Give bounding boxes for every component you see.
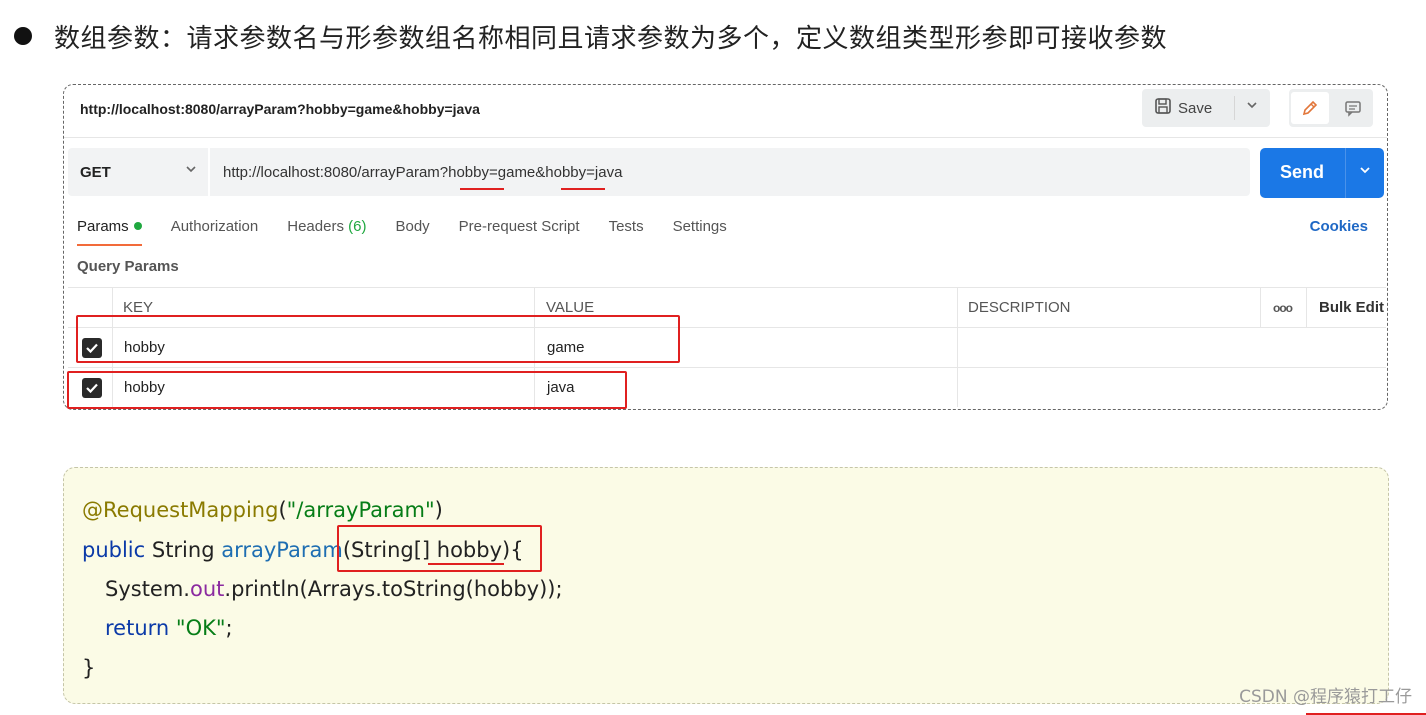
url-input[interactable]: http://localhost:8080/arrayParam?hobby=g… xyxy=(210,148,1250,196)
string-token: "/arrayParam" xyxy=(286,498,435,522)
save-icon xyxy=(1154,97,1176,119)
code-token: System. xyxy=(105,577,190,601)
highlight-row-1 xyxy=(76,315,680,363)
bullet-icon xyxy=(14,27,32,45)
code-token: .println(Arrays.toString(hobby)); xyxy=(224,577,563,601)
code-line-1: @RequestMapping("/arrayParam") xyxy=(82,498,443,522)
code-line-5: } xyxy=(82,656,96,680)
params-active-dot xyxy=(133,222,142,230)
bulk-edit-button[interactable]: Bulk Edit xyxy=(1319,299,1384,316)
semicolon-token: ; xyxy=(225,616,233,640)
comment-icon[interactable] xyxy=(1335,92,1371,124)
method-name-token: arrayParam xyxy=(221,538,343,562)
tab-params-label: Params xyxy=(77,218,129,235)
field-token: out xyxy=(189,577,225,601)
url-underline-hobby-1 xyxy=(460,188,504,190)
cookies-link[interactable]: Cookies xyxy=(1310,218,1368,235)
method-value: GET xyxy=(80,163,111,181)
edit-comment-toolbar xyxy=(1289,89,1373,127)
request-title[interactable]: http://localhost:8080/arrayParam?hobby=g… xyxy=(80,101,480,117)
pencil-icon[interactable] xyxy=(1291,92,1329,124)
tab-params[interactable]: Params xyxy=(77,218,142,248)
table-border xyxy=(68,287,1386,288)
code-line-4: return "OK"; xyxy=(105,616,233,640)
code-snippet: @RequestMapping("/arrayParam") public St… xyxy=(63,467,1389,704)
headers-count: (6) xyxy=(348,218,367,235)
string-token: "OK" xyxy=(175,616,226,640)
send-button[interactable]: Send xyxy=(1260,148,1384,198)
header-divider xyxy=(64,137,1387,138)
chevron-down-icon[interactable] xyxy=(1354,161,1376,182)
highlight-row-2 xyxy=(67,371,627,409)
tab-headers-label: Headers xyxy=(287,218,344,235)
send-separator xyxy=(1345,148,1346,198)
query-params-label: Query Params xyxy=(77,258,179,275)
annotation-token: @RequestMapping xyxy=(82,498,279,522)
keyword-token: public xyxy=(82,538,146,562)
chevron-down-icon xyxy=(184,162,198,180)
tab-headers[interactable]: Headers (6) xyxy=(287,218,366,248)
column-header-description: DESCRIPTION xyxy=(968,299,1071,316)
method-select[interactable]: GET xyxy=(68,148,208,196)
tab-authorization[interactable]: Authorization xyxy=(171,218,259,248)
column-divider xyxy=(1306,287,1307,327)
paren-token: ) xyxy=(434,498,443,522)
url-underline-hobby-2 xyxy=(561,188,605,190)
more-options-icon[interactable]: ooo xyxy=(1273,301,1293,315)
column-divider xyxy=(957,287,958,407)
send-label: Send xyxy=(1280,162,1325,182)
tab-settings[interactable]: Settings xyxy=(673,218,727,248)
heading-line: 数组参数：请求参数名与形参数组名称相同且请求参数为多个，定义数组类型形参即可接收… xyxy=(14,14,1167,58)
column-header-value: VALUE xyxy=(546,299,595,316)
watermark: CSDN @程序猿打工仔 xyxy=(1239,687,1412,707)
request-tabs: Params Authorization Headers (6) Body Pr… xyxy=(77,218,756,248)
save-separator xyxy=(1234,96,1235,120)
tab-tests[interactable]: Tests xyxy=(609,218,644,248)
column-header-key: KEY xyxy=(123,299,154,316)
code-line-3: System.out.println(Arrays.toString(hobby… xyxy=(105,577,563,601)
save-label: Save xyxy=(1178,99,1213,117)
save-button[interactable]: Save xyxy=(1142,89,1270,127)
tab-body[interactable]: Body xyxy=(395,218,429,248)
column-divider xyxy=(1260,287,1261,327)
chevron-down-icon[interactable] xyxy=(1242,98,1262,115)
heading-text: 数组参数：请求参数名与形参数组名称相同且请求参数为多个，定义数组类型形参即可接收… xyxy=(54,23,1168,54)
url-text: http://localhost:8080/arrayParam?hobby=g… xyxy=(223,163,623,181)
param-underline xyxy=(428,563,504,565)
paren-token: ( xyxy=(278,498,287,522)
table-border xyxy=(68,367,1386,368)
tab-prerequest-script[interactable]: Pre-request Script xyxy=(459,218,580,248)
type-token: String xyxy=(145,538,222,562)
postman-request-panel: http://localhost:8080/arrayParam?hobby=g… xyxy=(63,84,1388,410)
keyword-token: return xyxy=(105,616,170,640)
